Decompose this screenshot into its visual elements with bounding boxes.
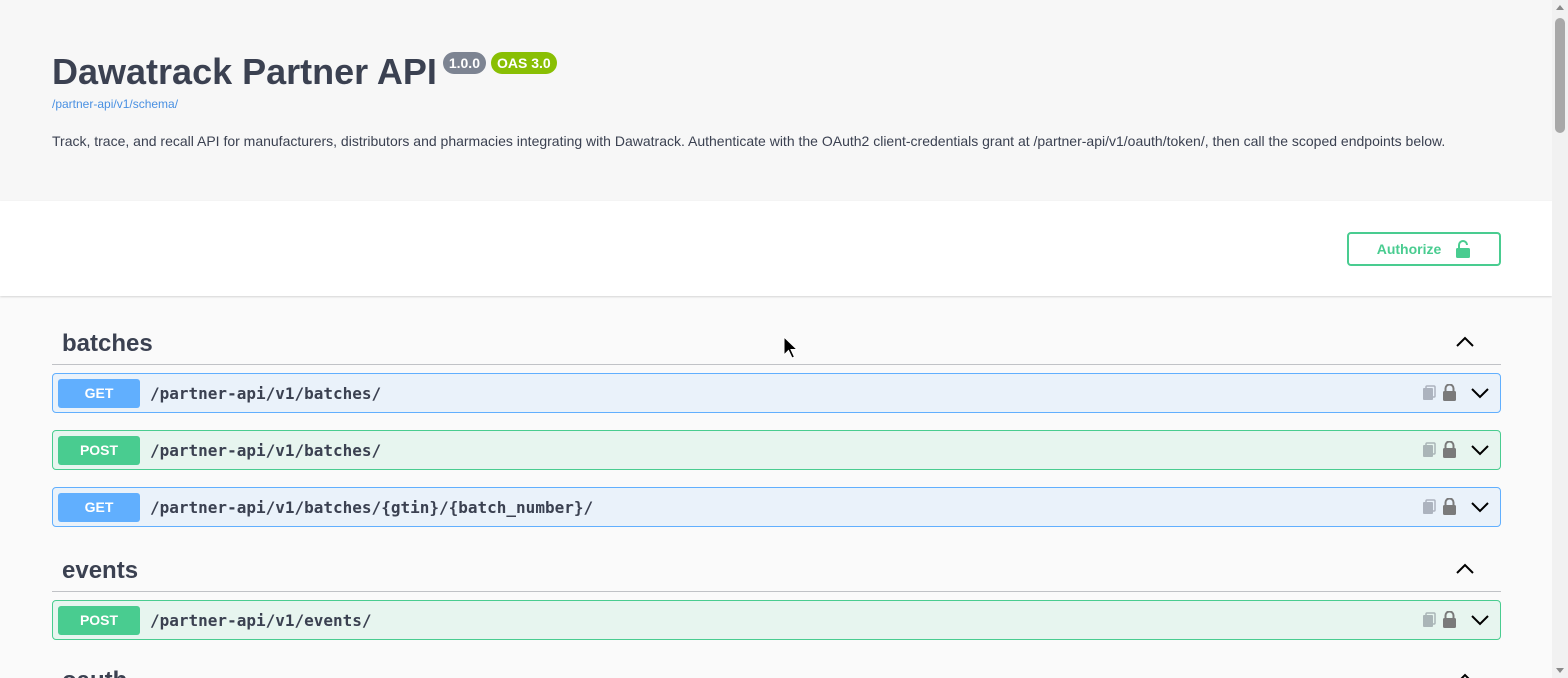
page-scrollbar[interactable]: [1552, 0, 1568, 678]
chevron-down-icon[interactable]: [1470, 444, 1490, 456]
tag-header-batches[interactable]: batches: [52, 318, 1501, 365]
copy-icon[interactable]: [1422, 611, 1436, 628]
tag-section-batches: batches: [52, 318, 1501, 365]
copy-icon[interactable]: [1422, 441, 1436, 458]
operation-icons: [1422, 441, 1490, 458]
method-badge: POST: [58, 606, 140, 635]
operation-icons: [1422, 611, 1490, 628]
operation-get-batch-detail[interactable]: GET /partner-api/v1/batches/{gtin}/{batc…: [52, 487, 1501, 527]
title-row: Dawatrack Partner API 1.0.0 OAS 3.0: [52, 50, 557, 94]
chevron-up-icon[interactable]: [1455, 673, 1475, 678]
authorize-label: Authorize: [1376, 241, 1442, 257]
scroll-down-arrow-icon[interactable]: [1556, 668, 1564, 673]
oas-version-badge: OAS 3.0: [490, 52, 557, 74]
tag-header-oauth[interactable]: oauth: [52, 655, 1501, 678]
lock-icon[interactable]: [1442, 384, 1457, 401]
lock-icon[interactable]: [1442, 441, 1457, 458]
schema-link[interactable]: /partner-api/v1/schema/: [52, 97, 178, 111]
swagger-ui: Dawatrack Partner API 1.0.0 OAS 3.0 /par…: [0, 0, 1552, 678]
copy-icon[interactable]: [1422, 384, 1436, 401]
scroll-up-arrow-icon[interactable]: [1556, 5, 1564, 10]
api-info: Dawatrack Partner API 1.0.0 OAS 3.0 /par…: [0, 0, 1552, 201]
page-title: Dawatrack Partner API: [52, 51, 437, 92]
version-badge: 1.0.0: [442, 52, 486, 74]
operation-path: /partner-api/v1/batches/: [150, 441, 382, 460]
operation-icons: [1422, 384, 1490, 401]
scroll-thumb[interactable]: [1555, 18, 1565, 133]
operation-path: /partner-api/v1/batches/: [150, 384, 382, 403]
operation-post-batches[interactable]: POST /partner-api/v1/batches/: [52, 430, 1501, 470]
copy-icon[interactable]: [1422, 498, 1436, 515]
operation-path: /partner-api/v1/batches/{gtin}/{batch_nu…: [150, 498, 594, 517]
chevron-up-icon[interactable]: [1455, 563, 1475, 575]
operation-post-events[interactable]: POST /partner-api/v1/events/: [52, 600, 1501, 640]
tag-name: events: [62, 557, 139, 584]
tag-header-events[interactable]: events: [52, 545, 1501, 592]
api-description: Track, trace, and recall API for manufac…: [52, 133, 1446, 149]
scheme-container: Authorize: [0, 201, 1552, 296]
tag-section-events: events: [52, 545, 1501, 592]
lock-icon[interactable]: [1442, 498, 1457, 515]
lock-icon[interactable]: [1442, 611, 1457, 628]
chevron-down-icon[interactable]: [1470, 387, 1490, 399]
mouse-cursor-icon: [783, 336, 799, 359]
authorize-button[interactable]: Authorize: [1347, 232, 1501, 266]
operation-icons: [1422, 498, 1490, 515]
operation-path: /partner-api/v1/events/: [150, 611, 372, 630]
tag-name: batches: [62, 330, 153, 357]
operation-get-batches[interactable]: GET /partner-api/v1/batches/: [52, 373, 1501, 413]
unlock-icon: [1456, 240, 1471, 258]
chevron-down-icon[interactable]: [1470, 614, 1490, 626]
chevron-up-icon[interactable]: [1455, 336, 1475, 348]
method-badge: GET: [58, 379, 140, 408]
method-badge: GET: [58, 493, 140, 522]
tag-section-oauth: oauth: [52, 655, 1501, 678]
tag-name: oauth: [62, 667, 127, 678]
chevron-down-icon[interactable]: [1470, 501, 1490, 513]
method-badge: POST: [58, 436, 140, 465]
